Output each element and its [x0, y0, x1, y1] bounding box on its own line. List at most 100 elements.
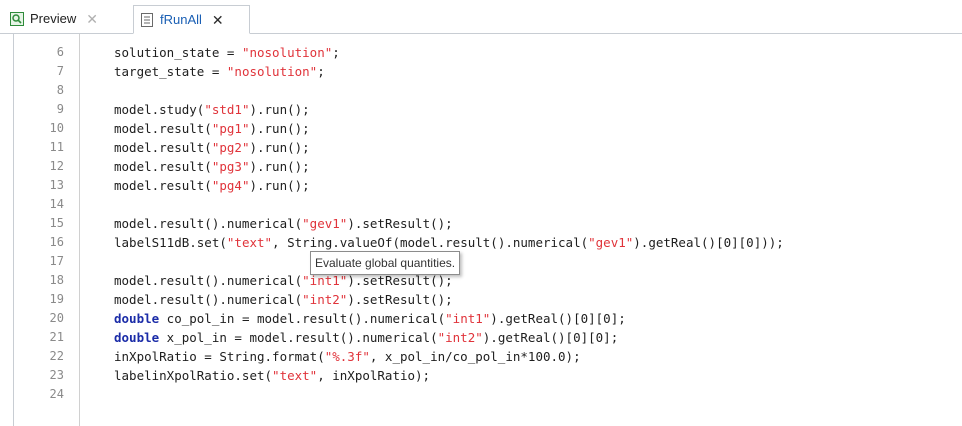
code-line[interactable]: 9 model.study("std1").run(); — [0, 100, 962, 119]
tab-frunall-label: fRunAll — [160, 12, 202, 27]
string-literal: "nosolution" — [226, 64, 318, 79]
code-text: model.study("std1").run(); — [114, 100, 310, 119]
code-text: target_state = "nosolution"; — [114, 62, 325, 81]
string-literal: "std1" — [204, 102, 250, 117]
tooltip: Evaluate global quantities. — [310, 251, 461, 275]
code-token: labelinXpolRatio.set( — [114, 368, 273, 383]
string-literal: "gev1" — [588, 235, 634, 250]
code-token: , String.valueOf(model.result().numerica… — [272, 235, 589, 250]
string-literal: "nosolution" — [241, 45, 333, 60]
string-literal: "int2" — [437, 330, 483, 345]
code-text: model.result().numerical("int2").setResu… — [114, 290, 453, 309]
code-token: inXpolRatio = String.format( — [114, 349, 325, 364]
code-line[interactable]: 10 model.result("pg1").run(); — [0, 119, 962, 138]
code-line[interactable]: 13 model.result("pg4").run(); — [0, 176, 962, 195]
code-line[interactable]: 8 — [0, 81, 962, 100]
code-line[interactable]: 24 — [0, 385, 962, 404]
tab-preview-label: Preview — [30, 11, 77, 26]
code-token: ; — [317, 64, 325, 79]
close-icon[interactable]: ✕ — [212, 13, 224, 27]
code-token: ).run(); — [249, 140, 310, 155]
code-line[interactable]: 18 model.result().numerical("int1").setRe… — [0, 271, 962, 290]
code-text: double co_pol_in = model.result().numeri… — [114, 309, 626, 328]
keyword-token: double — [114, 311, 160, 326]
string-literal: "pg1" — [211, 121, 250, 136]
tab-preview[interactable]: Preview ✕ — [4, 5, 129, 32]
code-token: model.result().numerical( — [114, 216, 303, 231]
code-token: ).run(); — [249, 159, 310, 174]
code-token: ).setResult(); — [347, 273, 453, 288]
code-line[interactable]: 17 — [0, 252, 962, 271]
editor-tab-bar: Preview ✕ fRunAll ✕ — [0, 0, 962, 34]
code-token: ).run(); — [249, 102, 310, 117]
line-number: 24 — [49, 387, 64, 401]
code-token: model.result().numerical( — [114, 273, 303, 288]
code-token: labelS11dB.set( — [114, 235, 227, 250]
code-token: model.result( — [114, 121, 212, 136]
string-literal: "gev1" — [302, 216, 348, 231]
code-text: double x_pol_in = model.result().numeric… — [114, 328, 618, 347]
code-text: model.result("pg1").run(); — [114, 119, 310, 138]
code-line[interactable]: 12 model.result("pg3").run(); — [0, 157, 962, 176]
code-token: ).run(); — [249, 121, 310, 136]
line-number: 17 — [49, 254, 64, 268]
string-literal: "int1" — [302, 273, 348, 288]
tab-frunall[interactable]: fRunAll ✕ — [133, 5, 250, 34]
line-number: 6 — [56, 45, 64, 59]
line-number: 11 — [49, 140, 64, 154]
code-token: ).getReal()[0][0]; — [490, 311, 626, 326]
code-token: ).setResult(); — [347, 216, 453, 231]
code-line[interactable]: 21 double x_pol_in = model.result().numer… — [0, 328, 962, 347]
code-text: model.result().numerical("gev1").setResu… — [114, 214, 453, 233]
code-line[interactable]: 15 model.result().numerical("gev1").setRe… — [0, 214, 962, 233]
code-token: x_pol_in = model.result().numerical( — [159, 330, 438, 345]
string-literal: "text" — [272, 368, 318, 383]
code-text: model.result("pg3").run(); — [114, 157, 310, 176]
code-token: ).setResult(); — [347, 292, 453, 307]
line-number: 21 — [49, 330, 64, 344]
code-line[interactable]: 19 model.result().numerical("int2").setRe… — [0, 290, 962, 309]
line-number: 18 — [49, 273, 64, 287]
code-text: labelinXpolRatio.set("text", inXpolRatio… — [114, 366, 430, 385]
code-token: model.result().numerical( — [114, 292, 303, 307]
code-token: model.result( — [114, 178, 212, 193]
code-token: model.result( — [114, 159, 212, 174]
code-text: labelS11dB.set("text", String.valueOf(mo… — [114, 233, 784, 252]
code-token: ).getReal()[0][0])); — [633, 235, 784, 250]
code-line[interactable]: 23 labelinXpolRatio.set("text", inXpolRat… — [0, 366, 962, 385]
code-token: ).getReal()[0][0]; — [482, 330, 619, 345]
line-number: 13 — [49, 178, 64, 192]
code-token: , x_pol_in/co_pol_in*100.0); — [369, 349, 581, 364]
code-line[interactable]: 14 — [0, 195, 962, 214]
code-line[interactable]: 22 inXpolRatio = String.format("%.3f", x_… — [0, 347, 962, 366]
code-line[interactable]: 11 model.result("pg2").run(); — [0, 138, 962, 157]
line-number: 12 — [49, 159, 64, 173]
string-literal: "int2" — [302, 292, 348, 307]
line-number: 7 — [56, 64, 64, 78]
code-token: ).run(); — [249, 178, 310, 193]
line-number: 9 — [56, 102, 64, 116]
string-literal: "pg2" — [211, 140, 250, 155]
line-number: 22 — [49, 349, 64, 363]
line-number: 20 — [49, 311, 64, 325]
string-literal: "text" — [226, 235, 273, 250]
code-line[interactable]: 7 target_state = "nosolution"; — [0, 62, 962, 81]
code-token: model.study( — [114, 102, 205, 117]
line-number: 16 — [49, 235, 64, 249]
string-literal: "int1" — [445, 311, 491, 326]
string-literal: "pg3" — [211, 159, 250, 174]
code-text: inXpolRatio = String.format("%.3f", x_po… — [114, 347, 581, 366]
code-text: model.result("pg4").run(); — [114, 176, 310, 195]
code-token: target_state = — [114, 64, 227, 79]
line-number: 8 — [56, 83, 64, 97]
code-line[interactable]: 6 solution_state = "nosolution"; — [0, 43, 962, 62]
close-icon[interactable]: ✕ — [86, 12, 98, 26]
code-line[interactable]: 20 double co_pol_in = model.result().nume… — [0, 309, 962, 328]
code-token: co_pol_in = model.result().numerical( — [159, 311, 446, 326]
line-number: 15 — [49, 216, 64, 230]
string-literal: "%.3f" — [324, 349, 370, 364]
line-number: 19 — [49, 292, 64, 306]
code-token: solution_state = — [114, 45, 242, 60]
code-line[interactable]: 16 labelS11dB.set("text", String.valueOf(… — [0, 233, 962, 252]
method-icon — [141, 12, 153, 27]
